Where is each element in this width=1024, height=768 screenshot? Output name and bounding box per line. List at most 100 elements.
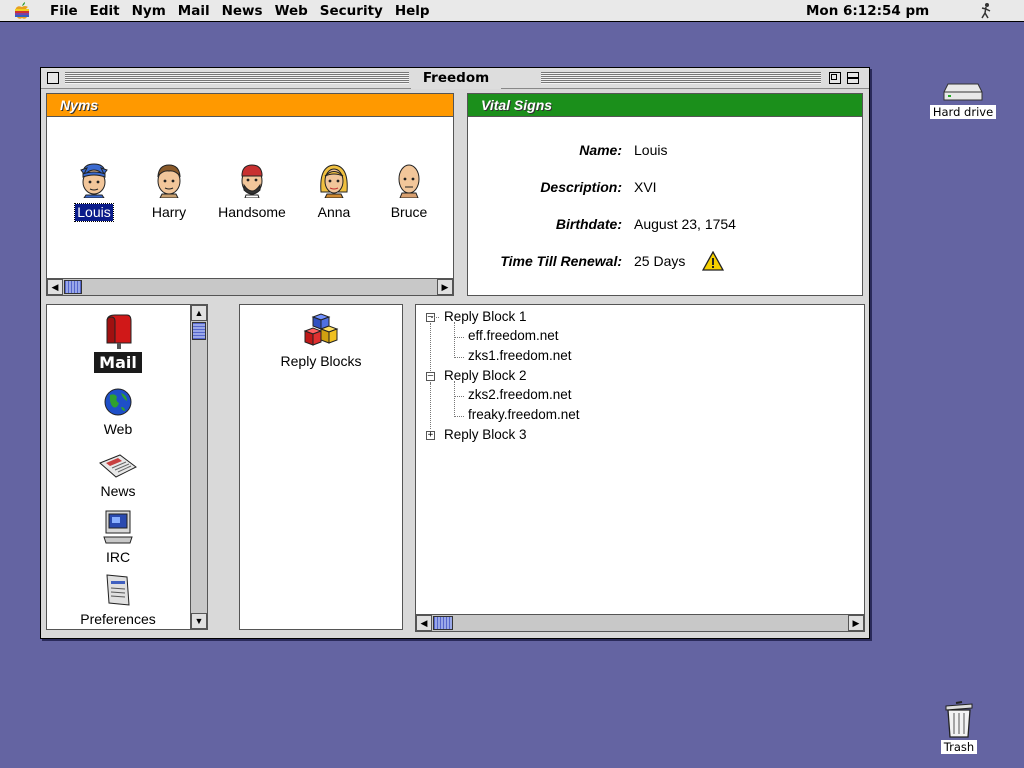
nyms-horizontal-scrollbar[interactable]: ◀ ▶	[47, 278, 453, 295]
menu-mail[interactable]: Mail	[172, 0, 216, 22]
title-bar-stripes-right	[541, 72, 821, 84]
tree-node-label: Reply Block 3	[444, 427, 527, 442]
nym-anna[interactable]: Anna	[294, 162, 374, 221]
warning-icon[interactable]	[702, 251, 724, 271]
vital-name-row: Name: Louis	[468, 142, 862, 162]
expand-toggle-icon[interactable]: +	[426, 431, 435, 440]
sidebar-item-preferences[interactable]: Preferences	[47, 573, 189, 628]
nym-handsome[interactable]: Handsome	[212, 162, 292, 221]
sidebar-item-web[interactable]: Web	[47, 387, 189, 438]
services-sidebar: Mail Web News IRC Preferences ▲ ▼	[46, 304, 208, 630]
vital-renewal-value: 25 Days	[634, 253, 686, 269]
sidebar-vertical-scrollbar[interactable]: ▲ ▼	[190, 305, 207, 629]
scroll-thumb[interactable]	[433, 616, 453, 630]
nyms-panel: Nyms Louis Harry Handsome Anna Bruce ◀ ▶	[46, 93, 454, 296]
reply-block-tree-panel: – Reply Block 1 eff.freedom.net zks1.fre…	[415, 304, 865, 632]
nym-label: Louis	[74, 203, 114, 222]
scroll-right-arrow-icon[interactable]: ▶	[437, 279, 453, 295]
tree-node-label: Reply Block 1	[444, 309, 527, 324]
menu-file[interactable]: File	[44, 0, 84, 22]
menu-news[interactable]: News	[216, 0, 269, 22]
vital-name-value: Louis	[634, 142, 668, 158]
menu-clock[interactable]: Mon 6:12:54 pm	[806, 0, 929, 22]
face-harry-icon	[157, 164, 181, 198]
menu-nym[interactable]: Nym	[126, 0, 172, 22]
middle-panel: Reply Blocks	[239, 304, 403, 630]
hard-drive-icon	[943, 83, 983, 101]
tree-guide	[454, 357, 464, 358]
sidebar-label: Mail	[94, 352, 142, 373]
sidebar-label: IRC	[105, 549, 131, 565]
tree-leaf[interactable]: eff.freedom.net	[468, 327, 559, 345]
trash-icon	[945, 701, 973, 738]
trash-label: Trash	[940, 740, 978, 754]
globe-icon	[104, 388, 132, 416]
tree-node-reply-block-1[interactable]: – Reply Block 1	[426, 308, 527, 326]
scroll-right-arrow-icon[interactable]: ▶	[848, 615, 864, 631]
nym-harry[interactable]: Harry	[129, 162, 209, 221]
scroll-up-arrow-icon[interactable]: ▲	[191, 305, 207, 321]
tree-guide	[454, 322, 455, 358]
collapse-toggle-icon[interactable]: –	[426, 372, 435, 381]
sidebar-item-mail[interactable]: Mail	[47, 313, 189, 373]
tree-guide	[454, 337, 464, 338]
nym-louis[interactable]: Louis	[54, 162, 134, 222]
tree-guide	[431, 317, 439, 318]
apple-icon[interactable]	[0, 0, 44, 22]
scroll-thumb[interactable]	[64, 280, 82, 294]
menu-web[interactable]: Web	[269, 0, 314, 22]
tree-leaf[interactable]: zks2.freedom.net	[468, 386, 572, 404]
preferences-icon	[106, 574, 130, 606]
sidebar-item-news[interactable]: News	[47, 453, 189, 500]
tree-leaf[interactable]: zks1.freedom.net	[468, 347, 572, 365]
newspaper-icon	[99, 454, 137, 478]
menu-edit[interactable]: Edit	[84, 0, 126, 22]
blocks-icon	[303, 313, 339, 346]
nym-label: Harry	[151, 204, 187, 220]
tree-node-reply-block-3[interactable]: + Reply Block 3	[426, 426, 527, 444]
tree-horizontal-scrollbar[interactable]: ◀ ▶	[416, 614, 864, 631]
face-bruce-icon	[398, 164, 420, 198]
vital-description-label: Description:	[540, 179, 622, 195]
mailbox-icon	[106, 314, 132, 349]
collapse-box-icon[interactable]	[847, 72, 859, 84]
running-figure-icon[interactable]	[978, 2, 994, 20]
vital-birthdate-value: August 23, 1754	[634, 216, 736, 232]
zoom-box-icon[interactable]	[829, 72, 841, 84]
face-anna-icon	[320, 164, 348, 198]
scroll-left-arrow-icon[interactable]: ◀	[47, 279, 63, 295]
nyms-header: Nyms	[47, 94, 453, 117]
reply-blocks-label: Reply Blocks	[280, 353, 362, 369]
vital-description-value: XVI	[634, 179, 657, 195]
sidebar-item-irc[interactable]: IRC	[47, 509, 189, 566]
freedom-window: Freedom Nyms Louis Harry Handsome Anna B…	[40, 67, 870, 639]
scroll-down-arrow-icon[interactable]: ▼	[191, 613, 207, 629]
face-louis-icon	[80, 163, 108, 198]
menu-help[interactable]: Help	[389, 0, 436, 22]
vital-renewal-label: Time Till Renewal:	[500, 253, 622, 269]
scroll-thumb[interactable]	[192, 322, 206, 340]
window-title-bar[interactable]: Freedom	[41, 68, 869, 89]
nym-label: Bruce	[390, 204, 428, 220]
tree-node-label: Reply Block 2	[444, 368, 527, 383]
vital-name-label: Name:	[579, 142, 622, 158]
menu-security[interactable]: Security	[314, 0, 389, 22]
hard-drive-label: Hard drive	[929, 105, 997, 119]
nym-bruce[interactable]: Bruce	[369, 162, 449, 221]
sidebar-label: News	[100, 483, 136, 499]
hard-drive-desktop-icon[interactable]: Hard drive	[924, 80, 1002, 119]
computer-icon	[103, 510, 133, 544]
close-box-icon[interactable]	[47, 72, 59, 84]
sidebar-label: Preferences	[80, 611, 156, 627]
trash-desktop-icon[interactable]: Trash	[936, 700, 982, 754]
scroll-left-arrow-icon[interactable]: ◀	[416, 615, 432, 631]
tree-node-reply-block-2[interactable]: – Reply Block 2	[426, 367, 527, 385]
nym-label: Handsome	[218, 204, 286, 220]
vital-signs-header: Vital Signs	[468, 94, 862, 117]
nym-label: Anna	[317, 204, 351, 220]
tree-leaf[interactable]: freaky.freedom.net	[468, 406, 580, 424]
tree-guide	[454, 381, 455, 417]
reply-blocks-item[interactable]: Reply Blocks	[240, 313, 402, 369]
vital-renewal-row: Time Till Renewal: 25 Days	[468, 251, 862, 273]
face-handsome-icon	[241, 164, 263, 198]
